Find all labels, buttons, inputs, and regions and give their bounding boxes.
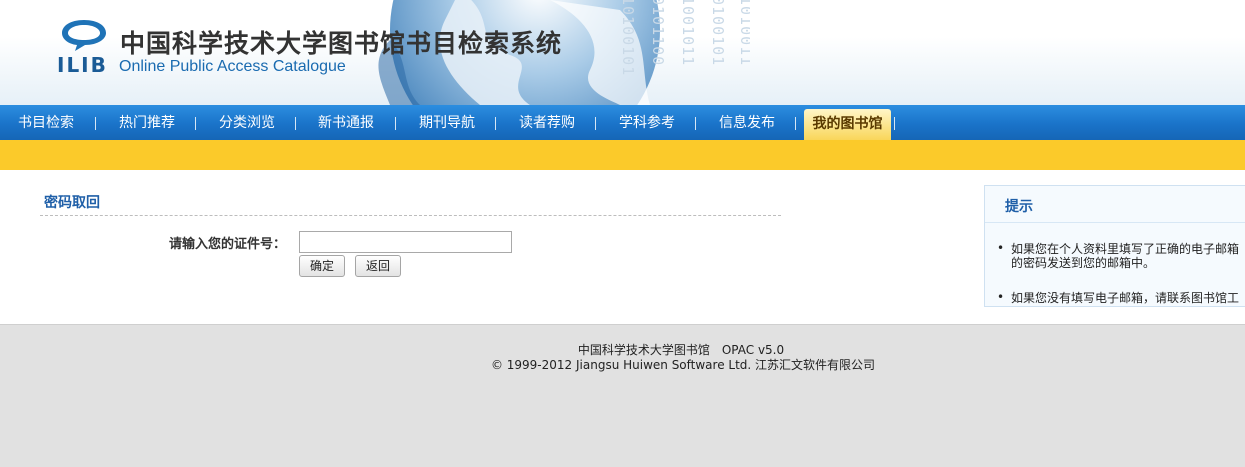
nav-divider	[95, 117, 96, 130]
nav-divider	[894, 117, 895, 130]
nav-divider	[595, 117, 596, 130]
tips-panel: 提示 • 如果您在个人资料里填写了正确的电子邮箱 的密码发送到您的邮箱中。 • …	[984, 185, 1245, 307]
confirm-button[interactable]: 确定	[299, 255, 345, 277]
nav-item-browse-category[interactable]: 分类浏览	[219, 105, 275, 140]
logo-wordmark: ILIB	[57, 53, 108, 77]
site-title: 中国科学技术大学图书馆书目检索系统	[120, 29, 563, 58]
nav-item-journal-nav[interactable]: 期刊导航	[419, 105, 475, 140]
site-subtitle: Online Public Access Catalogue	[119, 58, 346, 75]
tip-item-1-line-2: 的密码发送到您的邮箱中。	[1011, 256, 1156, 270]
speech-bubble-logo-icon	[62, 20, 106, 51]
section-divider	[40, 215, 781, 216]
nav-item-hot-recommend[interactable]: 热门推荐	[119, 105, 175, 140]
tips-title: 提示	[1005, 199, 1033, 215]
site-footer: 中国科学技术大学图书馆 OPAC v5.0 © 1999-2012 Jiangs…	[0, 325, 1245, 467]
nav-item-new-books[interactable]: 新书通报	[318, 105, 374, 140]
tips-divider	[985, 222, 1245, 223]
main-nav: 书目检索 热门推荐 分类浏览 新书通报 期刊导航 读者荐购 学科参考 信息发布 …	[0, 105, 1245, 140]
nav-divider	[195, 117, 196, 130]
nav-item-subject-reference[interactable]: 学科参考	[619, 105, 675, 140]
sub-nav-bar	[0, 140, 1245, 170]
nav-item-my-library[interactable]: 我的图书馆	[804, 109, 891, 140]
nav-item-catalog-search[interactable]: 书目检索	[18, 105, 74, 140]
nav-item-reader-recommend[interactable]: 读者荐购	[519, 105, 575, 140]
tip-item-1-line-1: 如果您在个人资料里填写了正确的电子邮箱	[1011, 242, 1240, 256]
page-title: 密码取回	[44, 195, 100, 211]
nav-divider	[395, 117, 396, 130]
id-number-input[interactable]	[299, 231, 512, 253]
nav-divider	[495, 117, 496, 130]
site-header: 10100101 0101100 1001011 0100101 1010011…	[0, 0, 1245, 105]
id-number-label: 请输入您的证件号：	[169, 237, 287, 252]
bullet-icon: •	[997, 290, 1005, 304]
main-content: 密码取回 请输入您的证件号： 确定 返回 提示 • 如果您在个人资料里填写了正确…	[0, 170, 1245, 324]
nav-divider	[795, 117, 796, 130]
tip-item-2-line-1: 如果您没有填写电子邮箱，请联系图书馆工	[1011, 291, 1240, 305]
footer-copyright: © 1999-2012 Jiangsu Huiwen Software Ltd.…	[490, 358, 876, 372]
back-button[interactable]: 返回	[355, 255, 401, 277]
nav-divider	[695, 117, 696, 130]
nav-item-announcements[interactable]: 信息发布	[719, 105, 775, 140]
nav-divider	[295, 117, 296, 130]
bullet-icon: •	[997, 241, 1005, 255]
